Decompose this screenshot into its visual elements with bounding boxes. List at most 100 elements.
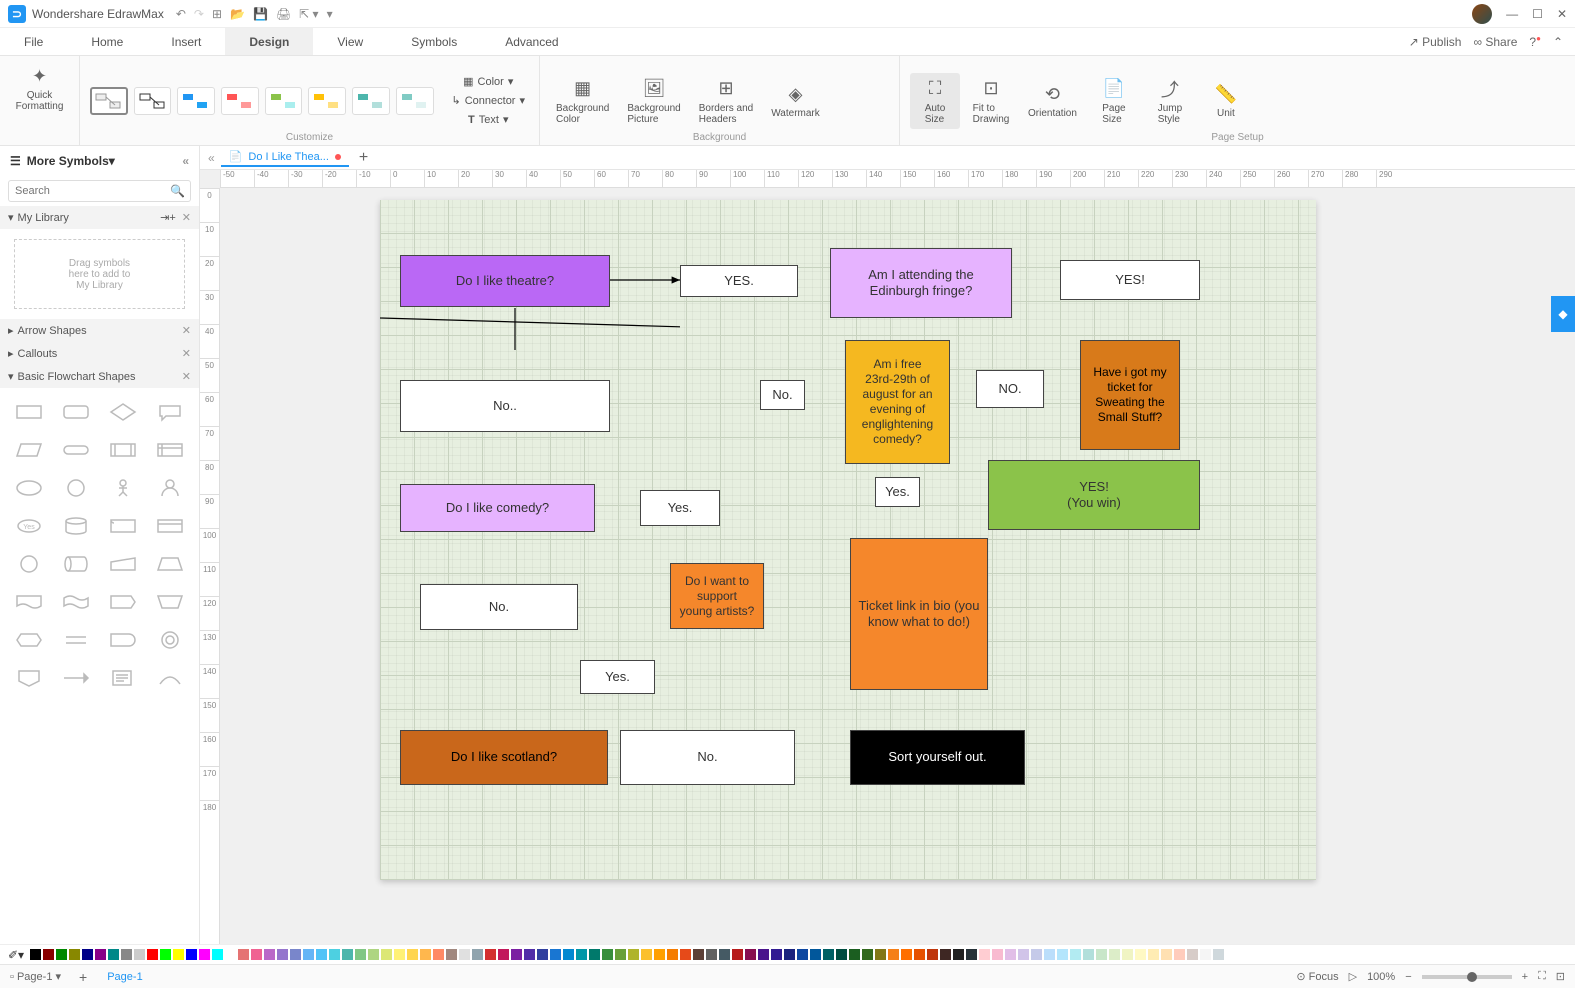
color-swatch[interactable]: [108, 949, 119, 960]
undo-icon[interactable]: ↶: [176, 7, 186, 21]
color-swatch[interactable]: [1031, 949, 1042, 960]
color-swatch[interactable]: [238, 949, 249, 960]
new-icon[interactable]: ⊞: [212, 7, 222, 21]
node-sort[interactable]: Sort yourself out.: [850, 730, 1025, 785]
shape-callout[interactable]: [152, 398, 189, 426]
shape-predefined[interactable]: [105, 436, 142, 464]
import-icon[interactable]: ⇥: [160, 211, 169, 224]
basic-flowchart-section[interactable]: ▾ Basic Flowchart Shapes✕: [0, 365, 199, 388]
right-panel-toggle[interactable]: ◆: [1551, 296, 1575, 332]
color-swatch[interactable]: [927, 949, 938, 960]
shape-manual-input[interactable]: [105, 550, 142, 578]
color-swatch[interactable]: [160, 949, 171, 960]
theme-3[interactable]: [177, 87, 215, 115]
shape-cylinder-h[interactable]: [57, 550, 94, 578]
zoom-in-button[interactable]: +: [1522, 971, 1528, 983]
auto-size-button[interactable]: ⛶Auto Size: [910, 73, 960, 129]
shape-delay[interactable]: [105, 626, 142, 654]
menu-advanced[interactable]: Advanced: [481, 28, 582, 55]
library-dropzone[interactable]: Drag symbols here to add to My Library: [14, 239, 185, 309]
theme-2[interactable]: [134, 87, 172, 115]
color-swatch[interactable]: [979, 949, 990, 960]
color-swatch[interactable]: [1122, 949, 1133, 960]
color-swatch[interactable]: [433, 949, 444, 960]
redo-icon[interactable]: ↷: [194, 7, 204, 21]
menu-symbols[interactable]: Symbols: [387, 28, 481, 55]
minimize-icon[interactable]: —: [1506, 7, 1518, 21]
color-swatch[interactable]: [576, 949, 587, 960]
shape-diamond[interactable]: [105, 398, 142, 426]
node-yes2[interactable]: YES!: [1060, 260, 1200, 300]
node-no1[interactable]: NO.: [976, 370, 1044, 408]
color-swatch[interactable]: [459, 949, 470, 960]
color-swatch[interactable]: [329, 949, 340, 960]
color-swatch[interactable]: [667, 949, 678, 960]
shape-circle2[interactable]: [10, 550, 47, 578]
close-icon[interactable]: ✕: [1557, 7, 1567, 21]
node-yes3[interactable]: Yes.: [640, 490, 720, 526]
unit-button[interactable]: 📏Unit: [1201, 78, 1251, 123]
theme-8[interactable]: [396, 87, 434, 115]
close-section-icon[interactable]: ✕: [182, 211, 191, 224]
shape-display[interactable]: [152, 512, 189, 540]
shape-document[interactable]: [10, 588, 47, 616]
color-swatch[interactable]: [628, 949, 639, 960]
color-swatch[interactable]: [849, 949, 860, 960]
jump-style-button[interactable]: ⤴Jump Style: [1145, 73, 1195, 129]
color-swatch[interactable]: [1083, 949, 1094, 960]
color-swatch[interactable]: [693, 949, 704, 960]
zoom-slider[interactable]: [1422, 975, 1512, 979]
search-input[interactable]: [8, 180, 191, 202]
close-callouts-icon[interactable]: ✕: [182, 347, 191, 360]
color-swatch[interactable]: [732, 949, 743, 960]
color-swatch[interactable]: [758, 949, 769, 960]
save-icon[interactable]: 💾: [253, 7, 268, 21]
present-icon[interactable]: ▷: [1349, 970, 1357, 983]
color-swatch[interactable]: [1161, 949, 1172, 960]
node-theatre[interactable]: Do I like theatre?: [400, 255, 610, 307]
color-swatch[interactable]: [1213, 949, 1224, 960]
shape-trapezoid2[interactable]: [152, 588, 189, 616]
color-swatch[interactable]: [82, 949, 93, 960]
shape-circle[interactable]: [57, 474, 94, 502]
orientation-button[interactable]: ⟲Orientation: [1022, 78, 1083, 123]
color-swatch[interactable]: [888, 949, 899, 960]
avatar[interactable]: [1472, 4, 1492, 24]
color-swatch[interactable]: [771, 949, 782, 960]
color-dropdown[interactable]: ▦ Color ▾: [448, 73, 530, 90]
color-swatch[interactable]: [875, 949, 886, 960]
color-swatch[interactable]: [446, 949, 457, 960]
shape-tag[interactable]: [105, 588, 142, 616]
theme-1[interactable]: [90, 87, 128, 115]
canvas[interactable]: -50-40-30-20-100102030405060708090100110…: [200, 170, 1575, 944]
color-swatch[interactable]: [797, 949, 808, 960]
color-swatch[interactable]: [485, 949, 496, 960]
color-swatch[interactable]: [641, 949, 652, 960]
color-swatch[interactable]: [1044, 949, 1055, 960]
color-swatch[interactable]: [394, 949, 405, 960]
shape-arrow-right[interactable]: [57, 664, 94, 692]
shape-hexagon[interactable]: [10, 626, 47, 654]
theme-7[interactable]: [352, 87, 390, 115]
color-swatch[interactable]: [602, 949, 613, 960]
add-tab-button[interactable]: +: [359, 149, 368, 167]
shape-internal-storage[interactable]: [152, 436, 189, 464]
color-swatch[interactable]: [615, 949, 626, 960]
color-swatch[interactable]: [368, 949, 379, 960]
shape-arc[interactable]: [152, 664, 189, 692]
menu-view[interactable]: View: [313, 28, 387, 55]
color-swatch[interactable]: [277, 949, 288, 960]
close-arrow-icon[interactable]: ✕: [182, 324, 191, 337]
color-swatch[interactable]: [706, 949, 717, 960]
color-swatch[interactable]: [810, 949, 821, 960]
color-swatch[interactable]: [303, 949, 314, 960]
node-yes5[interactable]: Yes.: [580, 660, 655, 694]
menu-design[interactable]: Design: [225, 28, 313, 55]
color-swatch[interactable]: [784, 949, 795, 960]
color-swatch[interactable]: [407, 949, 418, 960]
fit-page-icon[interactable]: ⛶: [1538, 970, 1546, 983]
shape-tape[interactable]: [57, 588, 94, 616]
node-ticket-bio[interactable]: Ticket link in bio (you know what to do!…: [850, 538, 988, 690]
shape-rectangle[interactable]: [10, 398, 47, 426]
node-no4[interactable]: No.: [620, 730, 795, 785]
